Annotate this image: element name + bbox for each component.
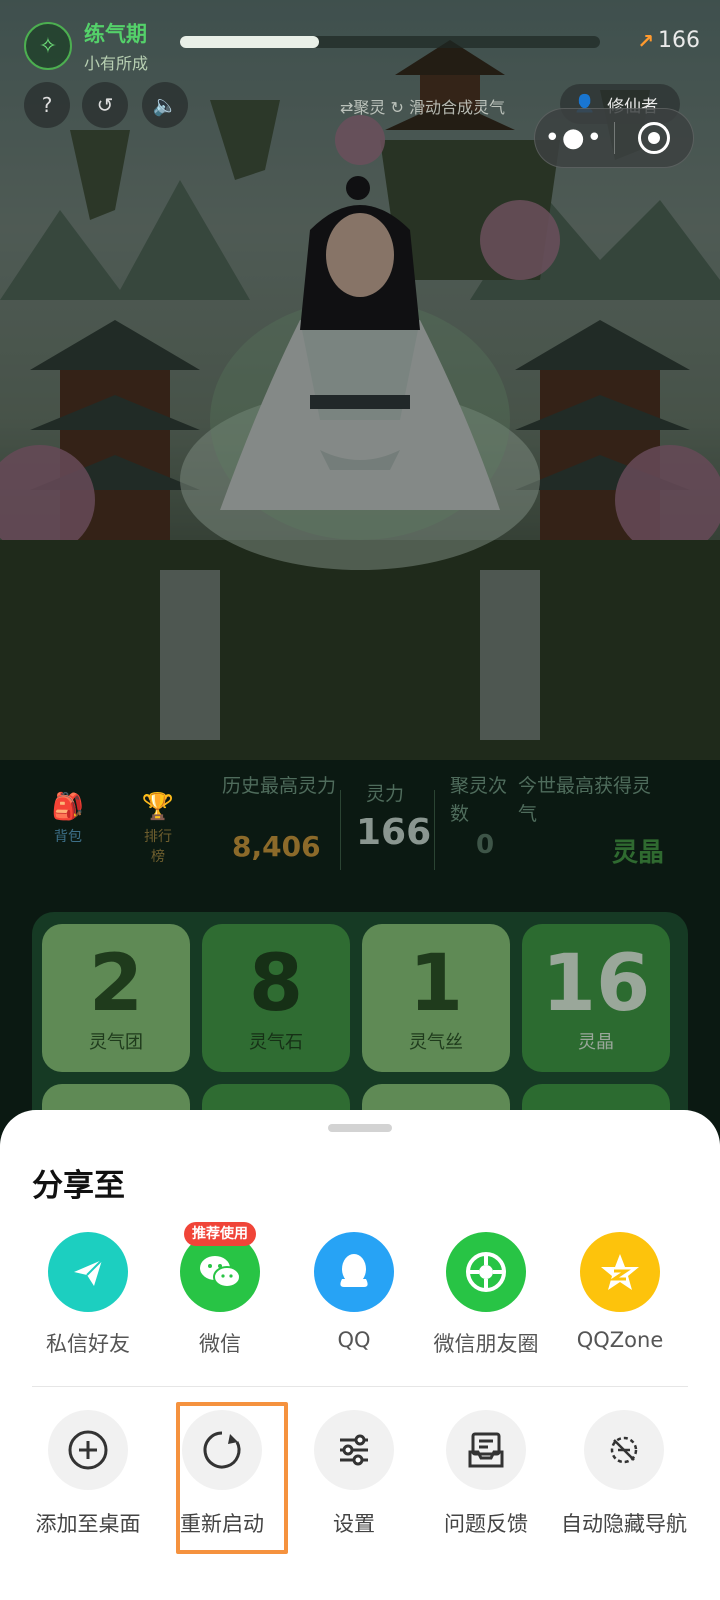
tile-name: 灵气丝 xyxy=(409,1032,463,1053)
feedback-inbox-icon xyxy=(446,1410,526,1490)
sound-button[interactable]: 🔈 xyxy=(142,82,188,128)
share-qq[interactable]: QQ xyxy=(286,1232,422,1352)
tab-ranking[interactable]: 🏆 排行榜 xyxy=(140,792,176,866)
qzone-star-icon xyxy=(580,1232,660,1312)
tile[interactable]: 16 灵晶 xyxy=(522,924,670,1072)
hint-text: ⇄聚灵 ↻ 滑动合成灵气 xyxy=(340,98,505,117)
qq-penguin-icon xyxy=(314,1232,394,1312)
best-power-value: 8,406 xyxy=(232,830,321,863)
share-label: 私信好友 xyxy=(46,1332,130,1356)
tile-name: 灵晶 xyxy=(578,1032,614,1053)
game-scene[interactable]: ✧ 练气期 小有所成 ↗ 166 ? ↺ 🔈 ⇄聚灵 ↻ 滑动合成灵气 👤 修仙… xyxy=(0,0,720,760)
share-label: QQZone xyxy=(576,1328,664,1352)
share-sheet: 分享至 私信好友 微信 推荐使用 QQ 微信朋友圈 QQZone 添加至桌面 重… xyxy=(0,1110,720,1600)
more-button[interactable]: •●• xyxy=(535,123,614,153)
feedback-button[interactable]: 问题反馈 xyxy=(418,1410,554,1538)
share-wechat[interactable]: 微信 xyxy=(152,1232,288,1358)
help-button[interactable]: ? xyxy=(24,82,70,128)
action-label: 问题反馈 xyxy=(444,1512,528,1536)
hide-nav-icon xyxy=(584,1410,664,1490)
action-label: 添加至桌面 xyxy=(35,1512,141,1536)
tile-number: 16 xyxy=(541,939,651,1029)
today-label: 今世最高获得灵气 xyxy=(518,775,652,825)
app-screen: ✧ 练气期 小有所成 ↗ 166 ? ↺ 🔈 ⇄聚灵 ↻ 滑动合成灵气 👤 修仙… xyxy=(0,0,720,1600)
progress-fill xyxy=(180,36,319,48)
tile-number: 2 xyxy=(88,939,144,1029)
progress-bar xyxy=(180,36,600,48)
sheet-divider xyxy=(32,1386,688,1387)
share-moments[interactable]: 微信朋友圈 xyxy=(418,1232,554,1358)
tile[interactable]: 8 灵气石 xyxy=(202,924,350,1072)
sparkle-icon: ✧ xyxy=(24,22,72,70)
today-value: 灵晶 xyxy=(612,838,665,868)
realm-title: 练气期 xyxy=(84,22,147,46)
backpack-icon: 🎒 xyxy=(51,792,85,822)
power-value: 166 xyxy=(658,28,700,53)
stat-divider-1 xyxy=(340,790,341,870)
share-label: 微信朋友圈 xyxy=(433,1332,539,1356)
moments-icon xyxy=(446,1232,526,1312)
add-to-desktop-button[interactable]: 添加至桌面 xyxy=(20,1410,156,1538)
share-label: 微信 xyxy=(199,1332,241,1356)
tile-name: 灵气石 xyxy=(249,1032,303,1053)
tile[interactable]: 2 灵气团 xyxy=(42,924,190,1072)
gather-label: 聚灵次数 xyxy=(450,775,508,825)
tab-backpack-label: 背包 xyxy=(54,829,82,845)
target-close-icon xyxy=(637,122,670,154)
power-stat-value: 166 xyxy=(356,812,432,853)
reset-button[interactable]: ↺ xyxy=(82,82,128,128)
tile[interactable]: 1 灵气丝 xyxy=(362,924,510,1072)
stat-divider-2 xyxy=(434,790,435,870)
power-label: 灵力 xyxy=(366,783,405,805)
power-readout: ↗ 166 xyxy=(637,28,700,53)
gather-value: 0 xyxy=(476,830,495,860)
miniprogram-capsule: •●• xyxy=(534,108,694,168)
speaker-icon: 🔈 xyxy=(152,93,178,117)
highlight-box xyxy=(176,1402,288,1554)
action-label: 设置 xyxy=(333,1512,375,1536)
realm-subtitle: 小有所成 xyxy=(84,54,149,73)
share-qzone[interactable]: QQZone xyxy=(552,1232,688,1352)
action-label: 自动隐藏导航 xyxy=(561,1512,687,1536)
more-dots-icon: •●• xyxy=(544,123,604,153)
auto-hide-nav-button[interactable]: 自动隐藏导航 xyxy=(556,1410,692,1538)
paper-plane-icon xyxy=(48,1232,128,1312)
trend-up-icon: ↗ xyxy=(637,28,654,53)
sheet-title: 分享至 xyxy=(32,1168,125,1204)
trophy-icon: 🏆 xyxy=(141,792,175,822)
settings-sliders-icon xyxy=(314,1410,394,1490)
tile-name: 灵气团 xyxy=(89,1032,143,1053)
recommended-badge: 推荐使用 xyxy=(184,1222,256,1246)
add-circle-icon xyxy=(48,1410,128,1490)
tab-backpack[interactable]: 🎒 背包 xyxy=(46,792,90,846)
tile-number: 8 xyxy=(248,939,304,1029)
undo-icon: ↺ xyxy=(96,93,114,117)
tab-ranking-label: 排行榜 xyxy=(144,829,172,865)
tile-number: 1 xyxy=(408,939,464,1029)
share-private-message[interactable]: 私信好友 xyxy=(20,1232,156,1358)
sheet-grabber[interactable] xyxy=(328,1124,392,1132)
settings-button[interactable]: 设置 xyxy=(286,1410,422,1538)
close-miniprogram-button[interactable] xyxy=(615,122,694,154)
share-label: QQ xyxy=(337,1328,371,1352)
best-power-label: 历史最高灵力 xyxy=(222,775,337,797)
question-icon: ? xyxy=(41,93,53,117)
